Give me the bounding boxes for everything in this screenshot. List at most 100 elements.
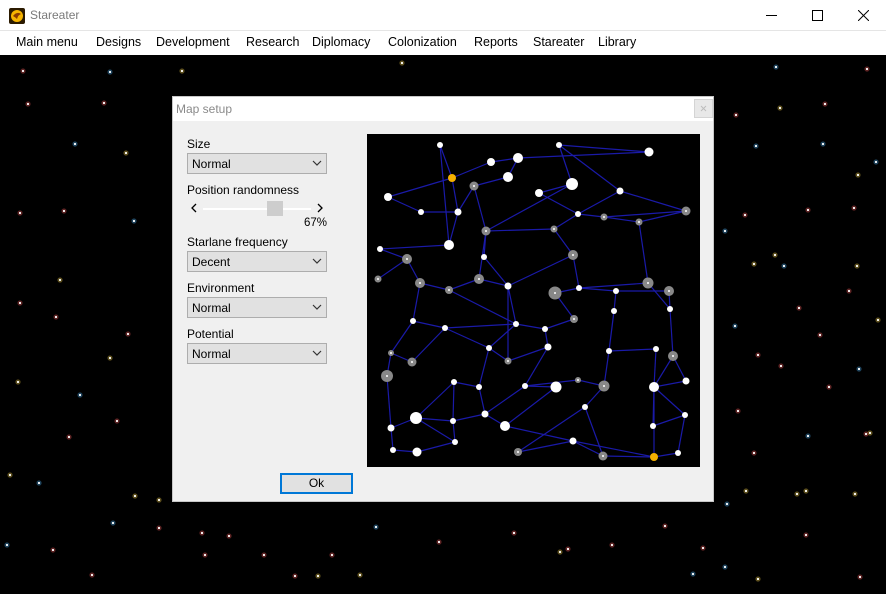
map-star <box>437 142 443 148</box>
starlane <box>390 320 414 354</box>
starlane <box>619 190 687 212</box>
menu-reports[interactable]: Reports <box>474 35 518 49</box>
starlane <box>572 440 655 458</box>
starlane <box>653 355 674 388</box>
map-star <box>522 383 528 389</box>
starlane <box>411 327 446 363</box>
map-star <box>566 178 578 190</box>
starlane <box>524 346 549 387</box>
starlane <box>515 323 546 330</box>
size-dropdown[interactable]: Normal <box>187 153 327 174</box>
menu-designs[interactable]: Designs <box>96 35 141 49</box>
dialog-title: Map setup <box>176 102 233 116</box>
starlane <box>517 151 650 159</box>
starlane <box>544 318 575 330</box>
ok-button[interactable]: Ok <box>280 473 353 494</box>
starlane-frequency-dropdown[interactable]: Decent <box>187 251 327 272</box>
map-star <box>542 326 548 332</box>
map-star <box>650 423 656 429</box>
starlane <box>608 310 615 352</box>
starlane <box>473 185 487 232</box>
starlane <box>577 190 621 215</box>
menu-diplomacy[interactable]: Diplomacy <box>312 35 370 49</box>
starlane <box>478 347 490 388</box>
minimize-button[interactable] <box>748 0 794 31</box>
starlane <box>473 176 509 187</box>
map-preview <box>367 134 700 467</box>
menu-stareater[interactable]: Stareater <box>533 35 584 49</box>
starlane <box>377 258 408 280</box>
starlane <box>453 381 480 388</box>
map-star <box>606 348 612 354</box>
map-star <box>387 424 395 432</box>
map-setup-dialog: Map setup Size Normal Position randomnes… <box>172 96 714 502</box>
starlane <box>602 455 655 458</box>
starlane <box>504 425 574 442</box>
maximize-button[interactable] <box>794 0 840 31</box>
map-star <box>377 246 383 252</box>
close-window-button[interactable] <box>840 0 886 31</box>
map-star <box>544 343 552 351</box>
chevron-down-icon <box>312 350 322 356</box>
map-star <box>390 447 396 453</box>
map-star <box>616 187 624 195</box>
chevron-down-icon <box>312 160 322 166</box>
starlane <box>379 244 450 250</box>
menu-main-menu[interactable]: Main menu <box>16 35 78 49</box>
map-star <box>613 288 619 294</box>
starlane <box>485 228 555 232</box>
starlane <box>416 441 456 453</box>
starlane <box>451 177 459 213</box>
dialog-close-button[interactable] <box>694 99 713 118</box>
potential-dropdown[interactable]: Normal <box>187 343 327 364</box>
environment-dropdown[interactable]: Normal <box>187 297 327 318</box>
starlane <box>538 192 579 215</box>
map-star <box>611 308 617 314</box>
starlane <box>452 381 455 422</box>
map-star <box>576 285 582 291</box>
size-value: Normal <box>192 157 231 171</box>
menu-bar: Main menu Designs Development Research D… <box>0 31 886 55</box>
map-star <box>682 412 688 418</box>
menu-development[interactable]: Development <box>156 35 230 49</box>
starlane <box>448 289 517 325</box>
starlane <box>415 381 455 419</box>
starlane <box>386 375 392 429</box>
menu-research[interactable]: Research <box>246 35 300 49</box>
dialog-title-bar: Map setup <box>173 97 713 121</box>
map-star <box>412 447 422 457</box>
starlane <box>452 413 486 422</box>
map-star <box>452 439 458 445</box>
starlane <box>507 254 574 287</box>
potential-value: Normal <box>192 347 231 361</box>
starlane <box>653 386 686 416</box>
starlane <box>412 282 421 322</box>
starlane <box>558 144 573 185</box>
chevron-right-icon[interactable] <box>317 203 324 213</box>
chevron-down-icon <box>312 304 322 310</box>
chevron-left-icon[interactable] <box>190 203 197 213</box>
position-randomness-slider[interactable] <box>187 200 327 218</box>
starlane <box>603 216 640 223</box>
map-star <box>569 437 577 445</box>
starlane <box>478 386 486 415</box>
menu-library[interactable]: Library <box>598 35 636 49</box>
map-star <box>513 153 523 163</box>
starlane <box>558 144 650 153</box>
starlane <box>669 308 674 357</box>
slider-thumb[interactable] <box>267 201 284 216</box>
environment-value: Normal <box>192 301 231 315</box>
map-star <box>550 381 562 393</box>
map-star <box>535 189 543 197</box>
map-star <box>487 158 495 166</box>
map-star <box>481 254 487 260</box>
starlane <box>457 185 475 213</box>
starlane <box>387 196 422 213</box>
starlane <box>507 346 549 362</box>
starlane <box>638 221 649 284</box>
starlane <box>415 417 456 443</box>
map-star <box>448 174 456 182</box>
map-star <box>486 345 492 351</box>
environment-label: Environment <box>187 281 255 295</box>
menu-colonization[interactable]: Colonization <box>388 35 457 49</box>
